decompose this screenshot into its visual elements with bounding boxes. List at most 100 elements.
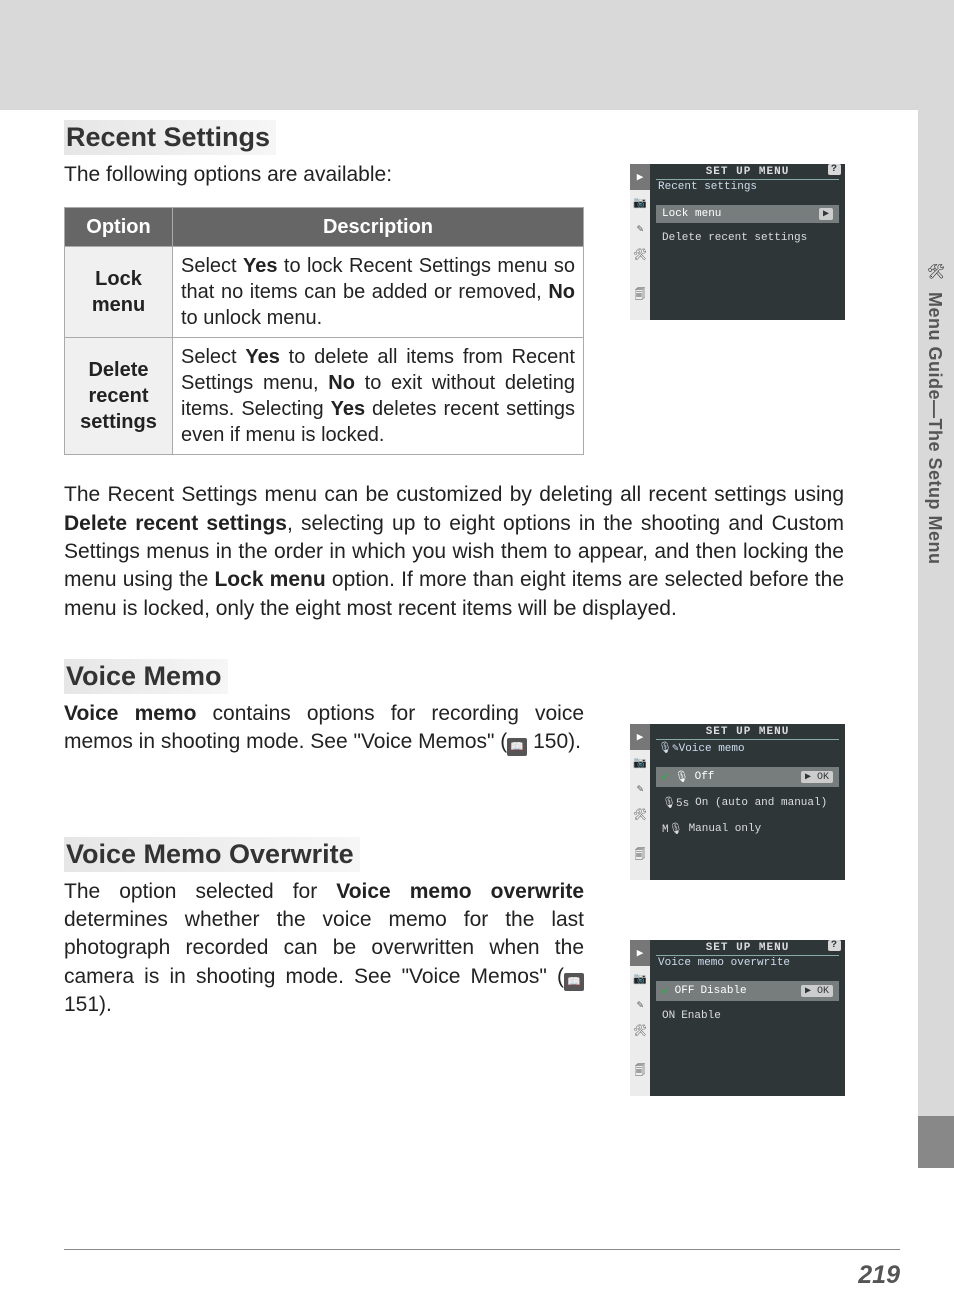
desc-text: Select	[181, 255, 243, 277]
option-delete-l1: Delete	[73, 357, 164, 383]
camera-icon: 📷	[630, 190, 650, 216]
wrench-icon: 🛠	[630, 1018, 650, 1044]
option-delete-l3: settings	[73, 409, 164, 435]
wrench-icon: 🛠	[630, 802, 650, 828]
book-icon: 📖	[564, 973, 584, 991]
lcd-row-disable: ✔ OFF Disable ▶ OK	[656, 981, 839, 1001]
para-text: The Recent Settings menu can be customiz…	[64, 483, 844, 506]
lcd-title-text: SET UP MENU	[706, 942, 790, 954]
lcd-row-enable: ON Enable	[656, 1007, 839, 1025]
lcd-title: SET UP MENU?	[650, 940, 845, 955]
ok-text: OK	[817, 986, 829, 997]
chevron-right-icon: ▶	[805, 986, 811, 997]
table-row: Delete recent settings Select Yes to del…	[65, 338, 584, 455]
lcd-row-label: Enable	[681, 1010, 721, 1022]
opt-marker: ON	[662, 1010, 675, 1022]
recent-settings-table: Option Description Lock menu Select Yes …	[64, 207, 584, 455]
check-icon: ✔	[662, 770, 669, 784]
side-tab: 🛠 Menu Guide—The Setup Menu	[918, 110, 954, 1138]
camera-icon: 📷	[630, 966, 650, 992]
footer-rule	[64, 1249, 900, 1250]
ok-badge: ▶ OK	[801, 985, 833, 997]
opt-marker: M🎙	[662, 822, 683, 836]
recent-icon: 🗐	[630, 1058, 650, 1084]
lcd-title: SET UP MENU	[650, 724, 845, 739]
page-number: 219	[858, 1261, 900, 1290]
voice-memo-overwrite-paragraph: The option selected for Voice memo overw…	[64, 878, 584, 1020]
pencil-icon: ✎	[630, 992, 650, 1018]
para-text: The option selected for	[64, 880, 336, 903]
side-tab-label: Menu Guide—The Setup Menu	[924, 292, 945, 565]
lcd-row-label: Lock menu	[662, 208, 721, 220]
lcd-sub-text: Voice memo	[679, 743, 745, 755]
lcd-row-delete-recent: Delete recent settings	[656, 229, 839, 247]
page-ref: 151).	[64, 993, 112, 1016]
desc-bold: Yes	[243, 255, 277, 277]
lcd-row-label: Disable	[700, 985, 746, 997]
option-delete-l2: recent	[73, 383, 164, 409]
lcd-title-text: SET UP MENU	[706, 166, 790, 178]
page-ref: 150).	[527, 730, 581, 753]
para-bold: Voice memo	[64, 702, 196, 725]
desc-text: to unlock menu.	[181, 307, 322, 329]
lcd-row-on-auto-manual: 🎙5s On (auto and manual)	[656, 793, 839, 813]
recent-settings-heading: Recent Settings	[64, 120, 276, 155]
desc-text: Select	[181, 346, 245, 368]
table-row: Lock menu Select Yes to lock Re­cent Set…	[65, 247, 584, 338]
para-bold: Delete recent settings	[64, 512, 287, 535]
option-lock-menu-l2: menu	[73, 292, 164, 318]
lcd-subtitle: Voice memo overwrite	[650, 956, 845, 975]
desc-bold: No	[328, 372, 355, 394]
desc-bold: Yes	[245, 346, 279, 368]
side-tab-marker	[918, 1116, 954, 1168]
lcd-row-off: ✔ 🎙 Off ▶ OK	[656, 767, 839, 787]
lcd-row-label: On (auto and manual)	[695, 797, 827, 809]
lcd-voice-memo-overwrite: ▶ 📷 ✎ 🛠 🗐 SET UP MENU? Voice memo overwr…	[630, 940, 845, 1096]
chevron-right-icon: ▶	[819, 208, 833, 220]
desc-bold: No	[548, 281, 575, 303]
lcd-subtitle: 🎙✎Voice memo	[650, 740, 845, 761]
opt-marker: OFF	[675, 985, 695, 997]
table-header-option: Option	[65, 208, 173, 247]
para-bold: Voice memo overwrite	[336, 880, 584, 903]
wrench-icon: 🛠	[925, 260, 947, 282]
para-bold: Lock menu	[214, 568, 325, 591]
play-icon: ▶	[630, 940, 650, 966]
lcd-row-manual-only: M🎙 Manual only	[656, 819, 839, 839]
voice-memo-overwrite-heading: Voice Memo Overwrite	[64, 837, 360, 872]
desc-bold: Yes	[331, 398, 365, 420]
pencil-icon: ✎	[630, 216, 650, 242]
lcd-row-label: Manual only	[689, 823, 762, 835]
recent-settings-paragraph: The Recent Settings menu can be customiz…	[64, 481, 844, 623]
play-icon: ▶	[630, 724, 650, 750]
lcd-voice-memo: ▶ 📷 ✎ 🛠 🗐 SET UP MENU 🎙✎Voice memo ✔ 🎙 O…	[630, 724, 845, 880]
table-header-description: Description	[173, 208, 584, 247]
check-icon: ✔	[662, 984, 669, 998]
camera-icon: 📷	[630, 750, 650, 776]
opt-marker: 🎙5s	[662, 796, 689, 810]
help-icon: ?	[828, 164, 841, 175]
play-icon: ▶	[630, 164, 650, 190]
mic-icon: 🎙✎	[658, 743, 679, 755]
para-text: determines whether the voice memo for th…	[64, 908, 584, 988]
chevron-right-icon: ▶	[805, 772, 811, 783]
lcd-row-lock-menu: Lock menu ▶	[656, 205, 839, 223]
option-lock-menu-l1: Lock	[73, 266, 164, 292]
opt-marker: 🎙	[675, 770, 689, 784]
voice-memo-heading: Voice Memo	[64, 659, 228, 694]
voice-memo-paragraph: Voice memo contains options for recordin…	[64, 700, 584, 757]
lcd-row-label: Off	[695, 771, 715, 783]
ok-badge: ▶ OK	[801, 771, 833, 783]
wrench-icon: 🛠	[630, 242, 650, 268]
recent-icon: 🗐	[630, 842, 650, 868]
book-icon: 📖	[507, 738, 527, 756]
top-gray-band	[0, 0, 954, 110]
lcd-title: SET UP MENU?	[650, 164, 845, 179]
ok-text: OK	[817, 772, 829, 783]
pencil-icon: ✎	[630, 776, 650, 802]
recent-icon: 🗐	[630, 282, 650, 308]
lcd-recent-settings: ▶ 📷 ✎ 🛠 🗐 SET UP MENU? Recent settings L…	[630, 164, 845, 320]
lcd-row-label: Delete recent settings	[662, 232, 807, 244]
lcd-subtitle: Recent settings	[650, 180, 845, 199]
help-icon: ?	[828, 940, 841, 951]
